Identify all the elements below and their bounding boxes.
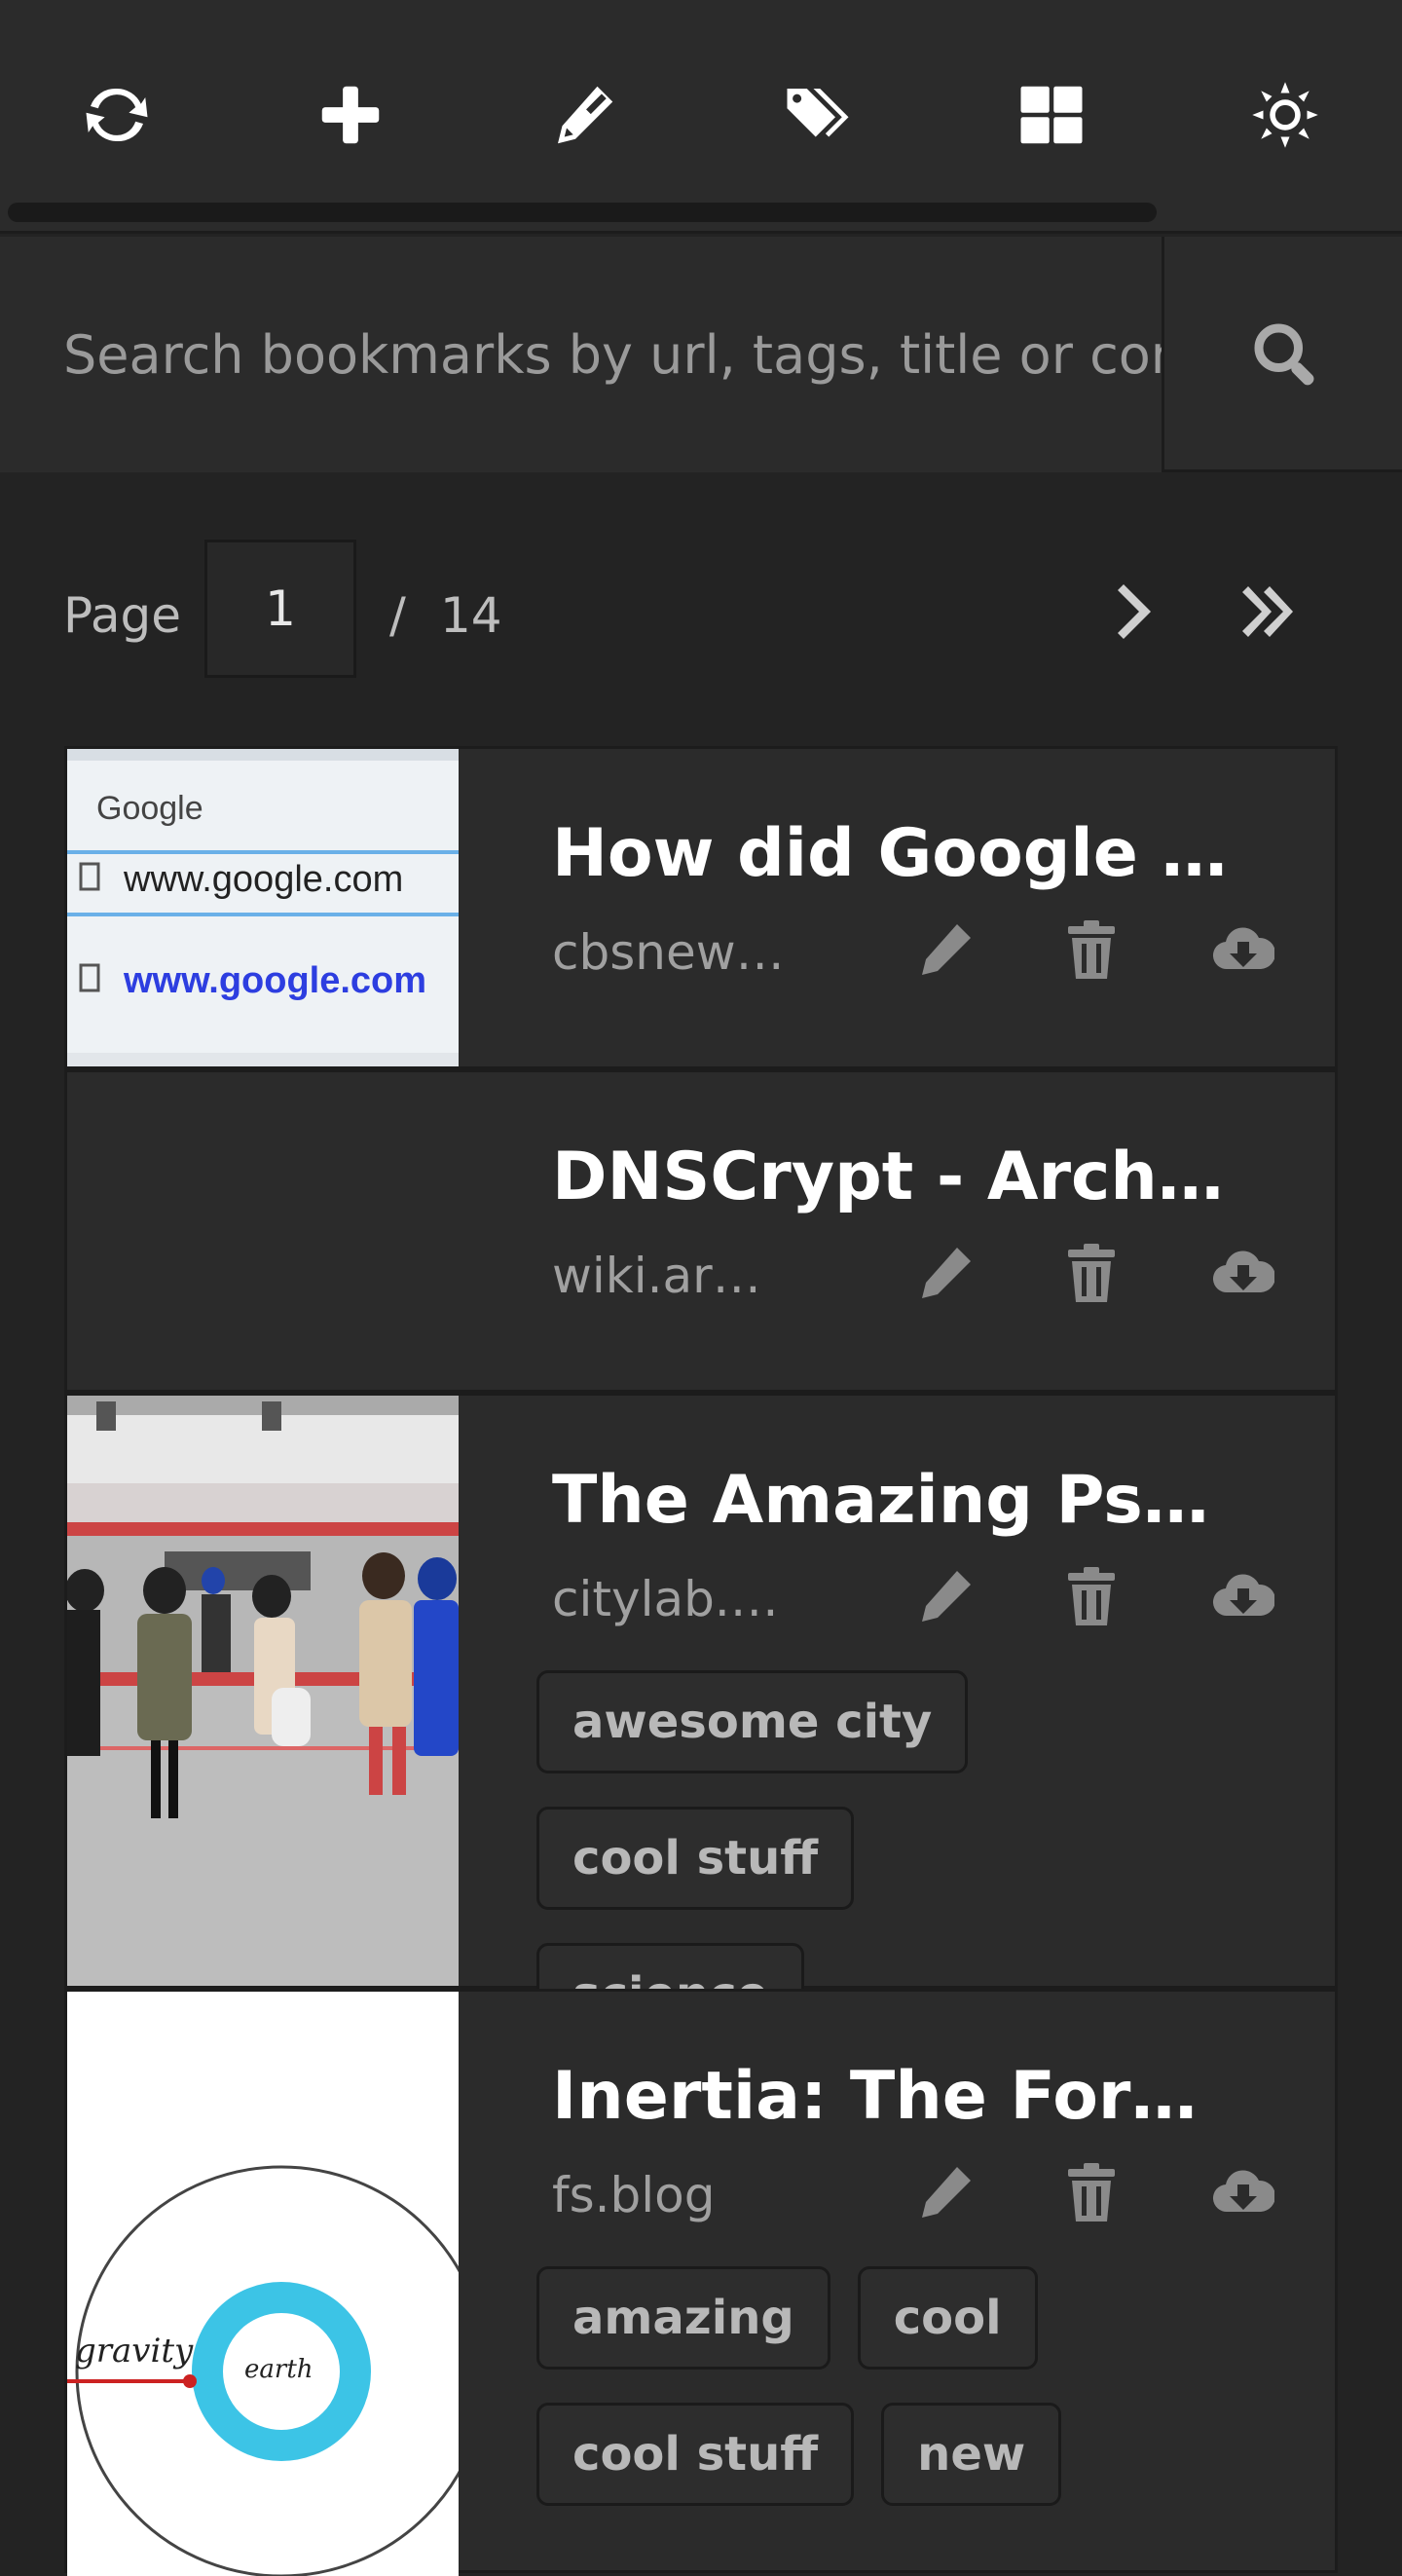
- thumb-brand: Google: [96, 790, 203, 827]
- download-archive-button[interactable]: [1204, 1557, 1282, 1635]
- bookmark-url[interactable]: citylab.…: [552, 1571, 786, 1627]
- delete-bookmark-button[interactable]: [1052, 1557, 1130, 1635]
- edit-bookmark-button[interactable]: [906, 2153, 984, 2231]
- page-label: Page: [63, 587, 182, 644]
- next-page-button[interactable]: [1090, 573, 1168, 651]
- thumb-url-2: www.google.com: [123, 960, 426, 1001]
- bookmark-card[interactable]: The Amazing Psy… citylab.… awesome city c…: [64, 1393, 1338, 2046]
- bookmark-thumbnail: Google www.google.com www.google.com: [67, 749, 459, 1066]
- download-archive-button[interactable]: [1204, 911, 1282, 989]
- thumb-word-earth: earth: [244, 2355, 314, 2384]
- cloud-download-icon: [1212, 1251, 1274, 1293]
- bookmark-thumbnail: [67, 1396, 459, 1986]
- bookmark-title[interactable]: The Amazing Psy…: [552, 1462, 1234, 1539]
- search-button[interactable]: [1167, 237, 1402, 472]
- edit-bookmark-button[interactable]: [906, 911, 984, 989]
- search-icon: [1254, 323, 1313, 386]
- tag-chip[interactable]: cool stuff: [536, 2403, 855, 2506]
- page-total: 14: [440, 587, 502, 644]
- bookmark-card[interactable]: Google www.google.com www.google.com How…: [64, 746, 1338, 1069]
- bookmark-title[interactable]: How did Google …: [552, 815, 1234, 892]
- trash-icon: [1068, 1567, 1115, 1625]
- delete-bookmark-button[interactable]: [1052, 911, 1130, 989]
- trash-icon: [1068, 920, 1115, 979]
- thumb-url-1: www.google.com: [123, 859, 403, 900]
- sync-icon: [86, 88, 148, 142]
- trash-icon: [1068, 1244, 1115, 1302]
- bookmark-card[interactable]: gravity earth Inertia: The Forc… fs.blog…: [64, 1989, 1338, 2576]
- pencil-icon: [922, 2167, 971, 2218]
- chevron-right-icon: [1118, 584, 1151, 639]
- tags-button[interactable]: [769, 66, 867, 164]
- pagination: Page / 14: [0, 534, 1402, 690]
- pencil-icon: [922, 1248, 971, 1298]
- sun-icon: [1252, 82, 1318, 148]
- double-chevron-right-icon: [1242, 586, 1293, 637]
- grid-view-button[interactable]: [1003, 66, 1100, 164]
- page-separator: /: [389, 587, 406, 644]
- bookmark-title[interactable]: Inertia: The Forc…: [552, 2058, 1234, 2135]
- bookmark-url[interactable]: wiki.ar…: [552, 1248, 786, 1304]
- tag-list: amazing cool cool stuff new: [536, 2266, 1315, 2539]
- cloud-download-icon: [1212, 1574, 1274, 1617]
- bookmark-title[interactable]: DNSCrypt - Arch…: [552, 1139, 1234, 1215]
- bookmark-card[interactable]: DNSCrypt - Arch… wiki.ar…: [64, 1069, 1338, 1393]
- bookmark-url[interactable]: fs.blog: [552, 2167, 786, 2223]
- cloud-download-icon: [1212, 927, 1274, 970]
- pencil-icon: [922, 924, 971, 975]
- top-toolbar: [0, 0, 1402, 234]
- add-bookmark-button[interactable]: [302, 66, 399, 164]
- theme-toggle-button[interactable]: [1236, 66, 1334, 164]
- search-input[interactable]: [0, 237, 1164, 472]
- pencil-icon: [922, 1571, 971, 1622]
- thumb-word-gravity: gravity: [75, 2332, 194, 2371]
- toolbar-scrollbar[interactable]: [8, 203, 1157, 222]
- download-archive-button[interactable]: [1204, 2153, 1282, 2231]
- plus-icon: [321, 86, 380, 144]
- edit-button[interactable]: [535, 66, 633, 164]
- grid-icon: [1020, 86, 1083, 144]
- cloud-download-icon: [1212, 2170, 1274, 2213]
- delete-bookmark-button[interactable]: [1052, 2153, 1130, 2231]
- download-archive-button[interactable]: [1204, 1234, 1282, 1312]
- tag-chip[interactable]: awesome city: [536, 1670, 969, 1773]
- tag-chip[interactable]: amazing: [536, 2266, 830, 2370]
- edit-bookmark-button[interactable]: [906, 1557, 984, 1635]
- tag-chip[interactable]: cool: [857, 2266, 1038, 2370]
- tag-chip[interactable]: cool stuff: [536, 1807, 855, 1910]
- delete-bookmark-button[interactable]: [1052, 1234, 1130, 1312]
- last-page-button[interactable]: [1229, 573, 1307, 651]
- pencil-icon: [558, 86, 613, 144]
- refresh-button[interactable]: [68, 66, 166, 164]
- page-number-input[interactable]: [204, 540, 356, 678]
- edit-bookmark-button[interactable]: [906, 1234, 984, 1312]
- search-bar: [0, 237, 1402, 472]
- tag-chip[interactable]: new: [881, 2403, 1062, 2506]
- bookmark-thumbnail: gravity earth: [67, 1992, 459, 2576]
- bookmark-url[interactable]: cbsnew…: [552, 924, 786, 981]
- trash-icon: [1068, 2163, 1115, 2221]
- tags-icon: [787, 89, 849, 137]
